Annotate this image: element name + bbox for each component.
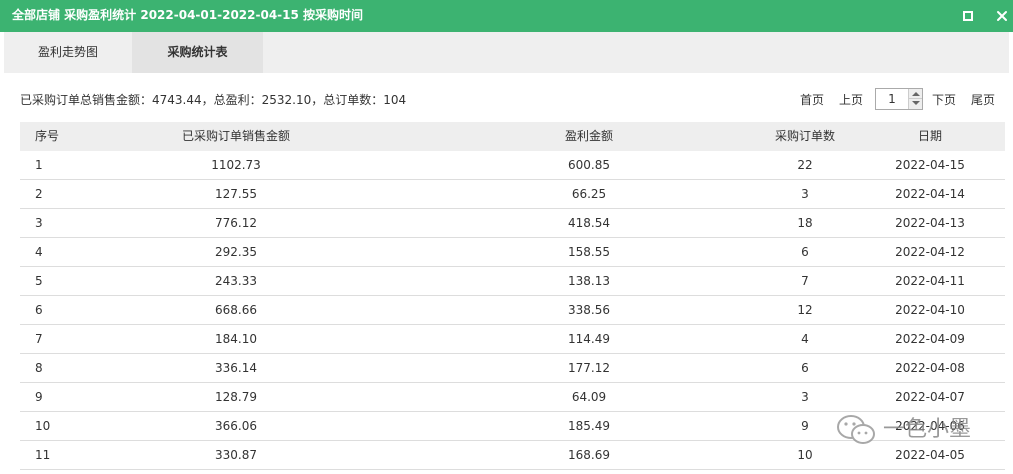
cell-index: 6 bbox=[35, 303, 43, 317]
table-row[interactable]: 6 668.66 338.56 12 2022-04-10 bbox=[20, 296, 1005, 325]
cell-profit: 338.56 bbox=[568, 303, 610, 317]
cell-profit: 158.55 bbox=[568, 245, 610, 259]
cell-sales: 336.14 bbox=[215, 361, 257, 375]
window-title: 全部店铺 采购盈利统计 2022-04-01-2022-04-15 按采购时间 bbox=[12, 8, 364, 22]
cell-date: 2022-04-11 bbox=[895, 274, 965, 288]
stepper-up-icon[interactable] bbox=[908, 89, 922, 99]
cell-orders: 3 bbox=[801, 390, 809, 404]
first-page-link[interactable]: 首页 bbox=[800, 88, 824, 112]
cell-profit: 168.69 bbox=[568, 448, 610, 462]
cell-date: 2022-04-13 bbox=[895, 216, 965, 230]
cell-orders: 18 bbox=[797, 216, 813, 230]
cell-index: 7 bbox=[35, 332, 43, 346]
cell-orders: 6 bbox=[801, 361, 809, 375]
cell-index: 9 bbox=[35, 390, 43, 404]
prev-page-link[interactable]: 上页 bbox=[839, 88, 863, 112]
cell-index: 1 bbox=[35, 158, 43, 172]
cell-orders: 3 bbox=[801, 187, 809, 201]
stepper-down-icon[interactable] bbox=[908, 99, 922, 109]
cell-profit: 600.85 bbox=[568, 158, 610, 172]
cell-orders: 22 bbox=[797, 158, 813, 172]
tab-purchase-stats[interactable]: 采购统计表 bbox=[132, 32, 263, 73]
cell-date: 2022-04-10 bbox=[895, 303, 965, 317]
cell-sales: 330.87 bbox=[215, 448, 257, 462]
cell-index: 8 bbox=[35, 361, 43, 375]
page-number-stepper[interactable] bbox=[875, 88, 923, 110]
table-row[interactable]: 5 243.33 138.13 7 2022-04-11 bbox=[20, 267, 1005, 296]
table-row[interactable]: 1 1102.73 600.85 22 2022-04-15 bbox=[20, 151, 1005, 180]
column-header-index: 序号 bbox=[35, 129, 60, 143]
cell-profit: 185.49 bbox=[568, 419, 610, 433]
cell-orders: 4 bbox=[801, 332, 809, 346]
cell-profit: 177.12 bbox=[568, 361, 610, 375]
cell-sales: 127.55 bbox=[215, 187, 257, 201]
cell-sales: 668.66 bbox=[215, 303, 257, 317]
close-icon[interactable] bbox=[995, 9, 1009, 23]
cell-date: 2022-04-07 bbox=[895, 390, 965, 404]
table-row[interactable]: 2 127.55 66.25 3 2022-04-14 bbox=[20, 180, 1005, 209]
table-row[interactable]: 7 184.10 114.49 4 2022-04-09 bbox=[20, 325, 1005, 354]
column-header-date: 日期 bbox=[917, 129, 942, 143]
title-bar: 全部店铺 采购盈利统计 2022-04-01-2022-04-15 按采购时间 bbox=[0, 0, 1013, 32]
cell-index: 2 bbox=[35, 187, 43, 201]
cell-sales: 1102.73 bbox=[211, 158, 261, 172]
wechat-icon bbox=[835, 412, 877, 451]
cell-profit: 138.13 bbox=[568, 274, 610, 288]
cell-sales: 292.35 bbox=[215, 245, 257, 259]
table-row[interactable]: 4 292.35 158.55 6 2022-04-12 bbox=[20, 238, 1005, 267]
cell-sales: 184.10 bbox=[215, 332, 257, 346]
column-header-profit: 盈利金额 bbox=[564, 129, 613, 143]
cell-orders: 12 bbox=[797, 303, 813, 317]
next-page-link[interactable]: 下页 bbox=[932, 88, 956, 112]
cell-sales: 776.12 bbox=[215, 216, 257, 230]
cell-profit: 418.54 bbox=[568, 216, 610, 230]
cell-date: 2022-04-12 bbox=[895, 245, 965, 259]
cell-sales: 243.33 bbox=[215, 274, 257, 288]
cell-index: 4 bbox=[35, 245, 43, 259]
table-row[interactable]: 3 776.12 418.54 18 2022-04-13 bbox=[20, 209, 1005, 238]
summary-text: 已采购订单总销售金额：4743.44，总盈利：2532.10，总订单数：104 bbox=[20, 93, 407, 107]
cell-date: 2022-04-09 bbox=[895, 332, 965, 346]
cell-index: 5 bbox=[35, 274, 43, 288]
column-header-orders: 采购订单数 bbox=[774, 129, 835, 143]
cell-profit: 66.25 bbox=[571, 187, 607, 201]
cell-index: 11 bbox=[35, 448, 51, 462]
tab-profit-trend[interactable]: 盈利走势图 bbox=[4, 32, 132, 73]
maximize-icon[interactable] bbox=[961, 9, 975, 23]
cell-orders: 6 bbox=[801, 245, 809, 259]
last-page-link[interactable]: 尾页 bbox=[971, 88, 995, 112]
cell-orders: 7 bbox=[801, 274, 809, 288]
cell-profit: 64.09 bbox=[571, 390, 607, 404]
page-number-input[interactable] bbox=[876, 89, 908, 109]
cell-date: 2022-04-05 bbox=[895, 448, 965, 462]
cell-date: 2022-04-15 bbox=[895, 158, 965, 172]
cell-sales: 128.79 bbox=[215, 390, 257, 404]
column-header-sales: 已采购订单销售金额 bbox=[181, 129, 290, 143]
cell-index: 10 bbox=[35, 419, 51, 433]
table-header: 序号 已采购订单销售金额 盈利金额 采购订单数 日期 bbox=[20, 122, 1005, 151]
cell-index: 3 bbox=[35, 216, 43, 230]
cell-date: 2022-04-14 bbox=[895, 187, 965, 201]
cell-sales: 366.06 bbox=[215, 419, 257, 433]
cell-profit: 114.49 bbox=[568, 332, 610, 346]
table-row[interactable]: 8 336.14 177.12 6 2022-04-08 bbox=[20, 354, 1005, 383]
tab-bar: 盈利走势图 采购统计表 bbox=[4, 32, 1009, 73]
cell-date: 2022-04-08 bbox=[895, 361, 965, 375]
watermark-text: 一色小墨 bbox=[883, 417, 972, 442]
table-row[interactable]: 9 128.79 64.09 3 2022-04-07 bbox=[20, 383, 1005, 412]
